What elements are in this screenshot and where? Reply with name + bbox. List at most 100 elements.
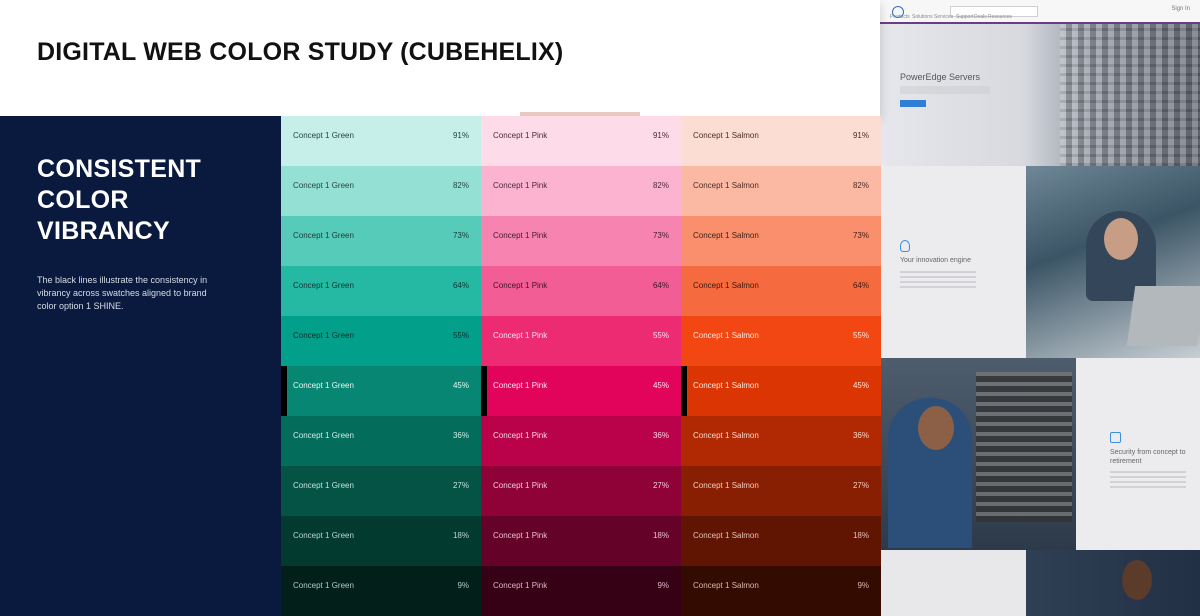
- site-nav-item: Solutions: [912, 14, 933, 20]
- swatch-label: Concept 1 Green: [293, 331, 354, 340]
- site-hero: PowerEdge Servers: [880, 24, 1200, 166]
- swatch-percentage: 27%: [452, 481, 469, 490]
- swatch-label: Concept 1 Green: [293, 481, 354, 490]
- swatch-label: Concept 1 Pink: [493, 431, 548, 440]
- swatch-percentage: 36%: [852, 431, 869, 440]
- swatch-percentage: 9%: [657, 581, 669, 590]
- swatch-label: Concept 1 Green: [293, 181, 354, 190]
- swatch-column-pink: Concept 1 Pink 91% Concept 1 Pink 82% Concep…: [481, 116, 681, 616]
- color-swatch: Concept 1 Salmon 27%: [681, 466, 881, 516]
- site-tile-innovation: Your innovation engine: [880, 166, 1026, 358]
- swatch-label: Concept 1 Pink: [493, 531, 548, 540]
- color-swatch: Concept 1 Pink 18%: [481, 516, 681, 566]
- side-panel: CONSISTENT COLOR VIBRANCY The black line…: [0, 116, 281, 616]
- section-heading-line: VIBRANCY: [37, 217, 170, 245]
- color-swatch: Concept 1 Green 73%: [281, 216, 481, 266]
- swatch-label: Concept 1 Green: [293, 431, 354, 440]
- swatch-label: Concept 1 Green: [293, 281, 354, 290]
- swatch-percentage: 73%: [652, 231, 669, 240]
- swatch-percentage: 9%: [857, 581, 869, 590]
- face-image: [918, 406, 954, 450]
- color-swatch: Concept 1 Salmon 45%: [681, 366, 881, 416]
- color-swatch: Concept 1 Salmon 73%: [681, 216, 881, 266]
- swatch-label: Concept 1 Salmon: [693, 431, 759, 440]
- swatch-label: Concept 1 Salmon: [693, 481, 759, 490]
- face-image: [1104, 218, 1138, 260]
- site-tile-title: Your innovation engine: [900, 257, 971, 264]
- swatch-percentage: 82%: [852, 181, 869, 190]
- swatch-percentage: 45%: [852, 381, 869, 390]
- swatch-percentage: 82%: [452, 181, 469, 190]
- swatch-percentage: 55%: [652, 331, 669, 340]
- site-tile-text: [1110, 470, 1186, 488]
- title-panel: DIGITAL WEB COLOR STUDY (CUBEHELIX): [0, 0, 880, 116]
- site-hero-title: PowerEdge Servers: [900, 72, 981, 82]
- swatch-label: Concept 1 Pink: [493, 331, 548, 340]
- swatch-label: Concept 1 Salmon: [693, 531, 759, 540]
- color-swatch: Concept 1 Green 91%: [281, 116, 481, 166]
- swatch-percentage: 91%: [452, 131, 469, 140]
- swatch-label: Concept 1 Green: [293, 131, 354, 140]
- swatch-percentage: 18%: [652, 531, 669, 540]
- color-swatch: Concept 1 Green 64%: [281, 266, 481, 316]
- swatch-percentage: 18%: [452, 531, 469, 540]
- swatch-label: Concept 1 Salmon: [693, 231, 759, 240]
- swatch-label: Concept 1 Green: [293, 381, 354, 390]
- color-swatch: Concept 1 Green 36%: [281, 416, 481, 466]
- swatch-label: Concept 1 Green: [293, 581, 354, 590]
- color-study-slide: CONSISTENT COLOR VIBRANCY The black line…: [0, 116, 881, 616]
- swatch-percentage: 91%: [652, 131, 669, 140]
- swatch-percentage: 55%: [452, 331, 469, 340]
- color-swatch: Concept 1 Pink 55%: [481, 316, 681, 366]
- swatch-label: Concept 1 Pink: [493, 281, 548, 290]
- color-swatch: Concept 1 Salmon 55%: [681, 316, 881, 366]
- vibrancy-marker-line: [281, 366, 287, 416]
- lock-icon: [1110, 432, 1121, 443]
- server-racks-image: [1060, 24, 1200, 166]
- swatch-percentage: 18%: [852, 531, 869, 540]
- color-swatch: Concept 1 Salmon 82%: [681, 166, 881, 216]
- color-swatch: Concept 1 Green 82%: [281, 166, 481, 216]
- color-swatch: Concept 1 Salmon 18%: [681, 516, 881, 566]
- site-tile-photo-woman: [1026, 166, 1200, 358]
- color-swatch: Concept 1 Pink 36%: [481, 416, 681, 466]
- site-tile-bottom-left: [880, 550, 1026, 616]
- color-swatch: Concept 1 Green 27%: [281, 466, 481, 516]
- site-hero-button: [900, 100, 926, 107]
- swatch-percentage: 73%: [852, 231, 869, 240]
- swatch-label: Concept 1 Green: [293, 531, 354, 540]
- color-swatch: Concept 1 Green 55%: [281, 316, 481, 366]
- swatch-percentage: 27%: [652, 481, 669, 490]
- section-heading-line: CONSISTENT: [37, 155, 202, 183]
- swatch-label: Concept 1 Salmon: [693, 581, 759, 590]
- swatch-percentage: 64%: [452, 281, 469, 290]
- swatch-column-green: Concept 1 Green 91% Concept 1 Green 82% Conc…: [281, 116, 481, 616]
- color-swatch: Concept 1 Pink 64%: [481, 266, 681, 316]
- page-title: DIGITAL WEB COLOR STUDY (CUBEHELIX): [37, 38, 564, 66]
- vibrancy-marker-line: [481, 366, 487, 416]
- color-swatch: Concept 1 Green 9%: [281, 566, 481, 616]
- color-swatch: Concept 1 Pink 82%: [481, 166, 681, 216]
- swatch-label: Concept 1 Salmon: [693, 331, 759, 340]
- color-swatch: Concept 1 Salmon 64%: [681, 266, 881, 316]
- swatch-percentage: 73%: [452, 231, 469, 240]
- swatch-percentage: 45%: [452, 381, 469, 390]
- site-tile-photo-man: [880, 358, 1076, 550]
- color-swatch: Concept 1 Salmon 9%: [681, 566, 881, 616]
- color-swatch: Concept 1 Pink 27%: [481, 466, 681, 516]
- swatch-percentage: 45%: [652, 381, 669, 390]
- section-heading: CONSISTENT COLOR VIBRANCY: [37, 154, 257, 247]
- color-swatch: Concept 1 Salmon 36%: [681, 416, 881, 466]
- swatch-percentage: 82%: [652, 181, 669, 190]
- site-account-link: Sign In: [1171, 6, 1190, 12]
- swatch-label: Concept 1 Green: [293, 231, 354, 240]
- site-nav: Products Solutions Services Support Deal…: [880, 14, 1200, 22]
- lightbulb-icon: [900, 240, 910, 252]
- color-swatch: Concept 1 Pink 73%: [481, 216, 681, 266]
- swatch-percentage: 27%: [852, 481, 869, 490]
- server-rack-image: [976, 372, 1072, 522]
- swatch-percentage: 36%: [652, 431, 669, 440]
- swatch-label: Concept 1 Pink: [493, 381, 548, 390]
- color-swatch: Concept 1 Pink 91%: [481, 116, 681, 166]
- section-description: The black lines illustrate the consisten…: [37, 275, 208, 311]
